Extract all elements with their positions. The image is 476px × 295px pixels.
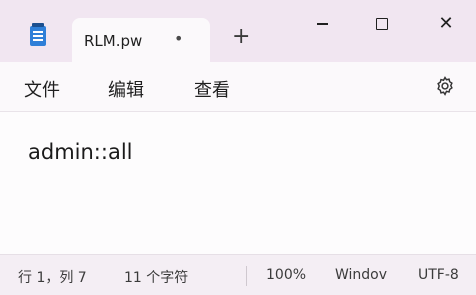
text-editor[interactable]: admin::all: [0, 112, 476, 254]
cursor-position: 行 1，列 7: [18, 270, 87, 286]
encoding[interactable]: UTF-8: [418, 267, 459, 283]
menu-edit[interactable]: 编辑: [108, 76, 144, 102]
editor-content[interactable]: admin::all: [28, 140, 133, 164]
maximize-button[interactable]: [366, 10, 398, 38]
tab-title: RLM.pw: [84, 32, 143, 50]
unsaved-dot-icon[interactable]: •: [174, 29, 183, 48]
title-bar: RLM.pw • + ✕: [0, 0, 476, 62]
close-button[interactable]: ✕: [430, 10, 462, 38]
maximize-icon: [376, 18, 388, 30]
zoom-level[interactable]: 100%: [266, 267, 306, 283]
tab-rlm-pw[interactable]: RLM.pw •: [72, 18, 210, 62]
character-count: 11 个字符: [124, 270, 189, 286]
notepad-app-icon: [30, 23, 46, 46]
minimize-icon: [316, 23, 328, 25]
notepad-window: RLM.pw • + ✕ 文件 编辑 查看 admin::all 行 1，列 7…: [0, 0, 476, 295]
status-bar: 行 1，列 7 11 个字符 100% Windov UTF-8: [0, 254, 476, 295]
gear-icon[interactable]: [434, 75, 456, 97]
menu-file[interactable]: 文件: [24, 76, 60, 102]
new-tab-button[interactable]: +: [232, 26, 250, 48]
minimize-button[interactable]: [306, 10, 338, 38]
menu-view[interactable]: 查看: [194, 76, 230, 102]
status-divider: [246, 266, 247, 286]
line-ending[interactable]: Windov: [335, 267, 387, 283]
menu-bar: 文件 编辑 查看: [0, 62, 476, 112]
